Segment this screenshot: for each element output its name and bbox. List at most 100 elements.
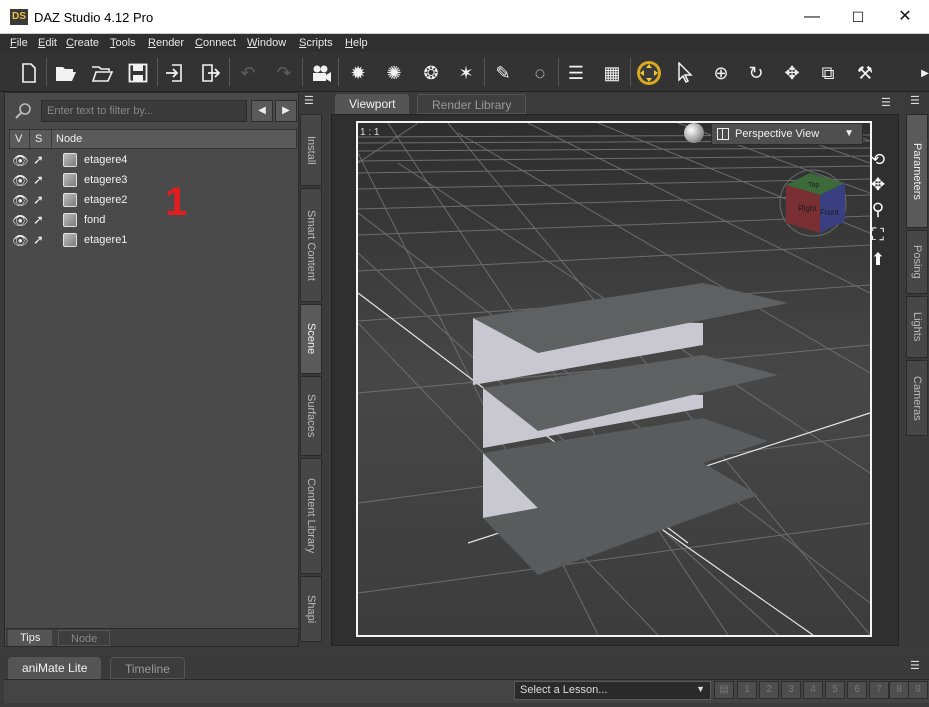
redo-icon[interactable]: ↷ bbox=[271, 60, 297, 86]
tab-viewport[interactable]: Viewport bbox=[335, 94, 410, 114]
lesson-step-button[interactable]: 5 bbox=[825, 681, 845, 699]
lesson-dropdown[interactable]: Select a Lesson... ▼ bbox=[514, 681, 711, 700]
minimize-button[interactable]: — bbox=[789, 0, 835, 34]
panel-menu-icon[interactable]: ☰ bbox=[881, 96, 895, 109]
lesson-step-button[interactable]: 6 bbox=[847, 681, 867, 699]
lesson-step-button[interactable]: 9 bbox=[908, 681, 928, 699]
menu-connect[interactable]: Connect bbox=[195, 37, 236, 49]
tab-timeline[interactable]: Timeline bbox=[110, 657, 185, 679]
close-button[interactable]: ✕ bbox=[882, 0, 928, 34]
frame-icon[interactable]: ⛶ bbox=[866, 225, 890, 247]
filter-input[interactable] bbox=[41, 100, 247, 122]
eye-icon[interactable]: 👁 bbox=[12, 193, 30, 208]
toolbar-overflow-icon[interactable]: ▶ bbox=[912, 60, 929, 86]
tab-install[interactable]: Install bbox=[300, 114, 322, 186]
select-arrow-icon[interactable]: ➚ bbox=[33, 172, 49, 188]
rotate-tool-icon[interactable]: ↻ bbox=[743, 60, 769, 86]
node-label[interactable]: fond bbox=[84, 214, 105, 226]
tab-scene[interactable]: Scene bbox=[300, 304, 322, 374]
tree-row[interactable]: 👁 ➚ etagere4 bbox=[9, 151, 297, 171]
tree-row[interactable]: 👁 ➚ fond bbox=[9, 211, 297, 231]
column-selectable[interactable]: S bbox=[35, 133, 42, 145]
pan-icon[interactable]: ✥ bbox=[866, 175, 890, 197]
camera-dropdown[interactable]: Perspective View ▼ bbox=[711, 123, 863, 145]
null-node-icon[interactable]: ◌ bbox=[527, 60, 553, 86]
save-icon[interactable] bbox=[125, 60, 151, 86]
panel-menu-icon[interactable]: ☰ bbox=[910, 94, 924, 107]
tree-row[interactable]: 👁 ➚ etagere3 bbox=[9, 171, 297, 191]
eye-icon[interactable]: 👁 bbox=[12, 233, 30, 248]
tab-render-library[interactable]: Render Library bbox=[417, 94, 527, 114]
menu-scripts[interactable]: Scripts bbox=[299, 37, 333, 49]
export-icon[interactable] bbox=[197, 60, 223, 86]
select-arrow-icon[interactable]: ➚ bbox=[33, 232, 49, 248]
undo-icon[interactable]: ↶ bbox=[235, 60, 261, 86]
eye-icon[interactable]: 👁 bbox=[12, 213, 30, 228]
reset-view-icon[interactable]: ⬆ bbox=[866, 250, 890, 272]
point-light-icon[interactable]: ✺ bbox=[381, 60, 407, 86]
select-arrow-icon[interactable]: ➚ bbox=[33, 212, 49, 228]
tab-animate-lite[interactable]: aniMate Lite bbox=[8, 657, 102, 679]
orientation-cube[interactable]: Right Front Top bbox=[779, 169, 847, 237]
tab-lights[interactable]: Lights bbox=[906, 296, 928, 358]
draw-style-icon[interactable] bbox=[684, 123, 704, 143]
menu-tools[interactable]: Tools bbox=[110, 37, 136, 49]
lesson-stepper-icon[interactable]: ▤ bbox=[714, 681, 734, 699]
merge-file-icon[interactable] bbox=[89, 60, 115, 86]
new-file-icon[interactable] bbox=[16, 60, 42, 86]
previous-arrow-button[interactable]: ◀ bbox=[251, 100, 273, 122]
eye-icon[interactable]: 👁 bbox=[12, 173, 30, 188]
select-arrow-icon[interactable]: ➚ bbox=[33, 152, 49, 168]
render-icon[interactable]: ✶ bbox=[453, 60, 479, 86]
next-arrow-button[interactable]: ▶ bbox=[275, 100, 297, 122]
menu-edit[interactable]: Edit bbox=[38, 37, 57, 49]
distant-light-icon[interactable]: ❂ bbox=[418, 60, 444, 86]
joint-editor-icon[interactable]: ⚒ bbox=[852, 60, 878, 86]
select-arrow-icon[interactable]: ➚ bbox=[33, 192, 49, 208]
import-icon[interactable] bbox=[162, 60, 188, 86]
universal-tool-icon[interactable] bbox=[636, 60, 662, 86]
tab-cameras[interactable]: Cameras bbox=[906, 360, 928, 436]
scale-tool-icon[interactable]: ⧉ bbox=[815, 60, 841, 86]
menu-render[interactable]: Render bbox=[148, 37, 184, 49]
tab-surfaces[interactable]: Surfaces bbox=[300, 376, 322, 456]
tree-row[interactable]: 👁 ➚ etagere2 bbox=[9, 191, 297, 211]
menu-help[interactable]: Help bbox=[345, 37, 368, 49]
camera-icon[interactable] bbox=[308, 60, 334, 86]
tab-content-library[interactable]: Content Library bbox=[300, 458, 322, 574]
menu-window[interactable]: Window bbox=[247, 37, 286, 49]
lesson-step-button[interactable]: 7 bbox=[869, 681, 889, 699]
lesson-step-button[interactable]: 1 bbox=[737, 681, 757, 699]
node-select-icon[interactable]: ⊕ bbox=[708, 60, 734, 86]
select-tool-icon[interactable] bbox=[672, 60, 698, 86]
column-node[interactable]: Node bbox=[56, 133, 82, 145]
grid-icon[interactable]: ▦ bbox=[599, 60, 625, 86]
tab-shaping[interactable]: Shapi bbox=[300, 576, 322, 642]
lesson-step-button[interactable]: 2 bbox=[759, 681, 779, 699]
menu-file[interactable]: File bbox=[10, 37, 28, 49]
node-label[interactable]: etagere3 bbox=[84, 174, 127, 186]
tab-tips[interactable]: Tips bbox=[8, 630, 53, 646]
tab-smart-content[interactable]: Smart Content bbox=[300, 188, 322, 302]
tab-parameters[interactable]: Parameters bbox=[906, 114, 928, 228]
lesson-step-button[interactable]: 4 bbox=[803, 681, 823, 699]
tree-row[interactable]: 👁 ➚ etagere1 bbox=[9, 231, 297, 251]
node-label[interactable]: etagere1 bbox=[84, 234, 127, 246]
orbit-icon[interactable]: ⟲ bbox=[866, 150, 890, 172]
open-file-icon[interactable] bbox=[53, 60, 79, 86]
column-visible[interactable]: V bbox=[15, 133, 22, 145]
align-icon[interactable]: ☰ bbox=[563, 60, 589, 86]
zoom-icon[interactable]: ⚲ bbox=[866, 200, 890, 222]
tab-posing[interactable]: Posing bbox=[906, 230, 928, 294]
viewport-3d[interactable]: Right Front Top bbox=[356, 121, 872, 637]
eye-icon[interactable]: 👁 bbox=[12, 153, 30, 168]
translate-tool-icon[interactable]: ✥ bbox=[779, 60, 805, 86]
menu-create[interactable]: Create bbox=[66, 37, 99, 49]
tab-node[interactable]: Node bbox=[58, 630, 111, 646]
node-label[interactable]: etagere2 bbox=[84, 194, 127, 206]
lesson-step-button[interactable]: 3 bbox=[781, 681, 801, 699]
panel-menu-icon[interactable]: ☰ bbox=[304, 94, 318, 107]
maximize-button[interactable]: ☐ bbox=[835, 0, 881, 34]
emitter-icon[interactable]: ✎ bbox=[490, 60, 516, 86]
lesson-step-button[interactable]: 8 bbox=[889, 681, 909, 699]
